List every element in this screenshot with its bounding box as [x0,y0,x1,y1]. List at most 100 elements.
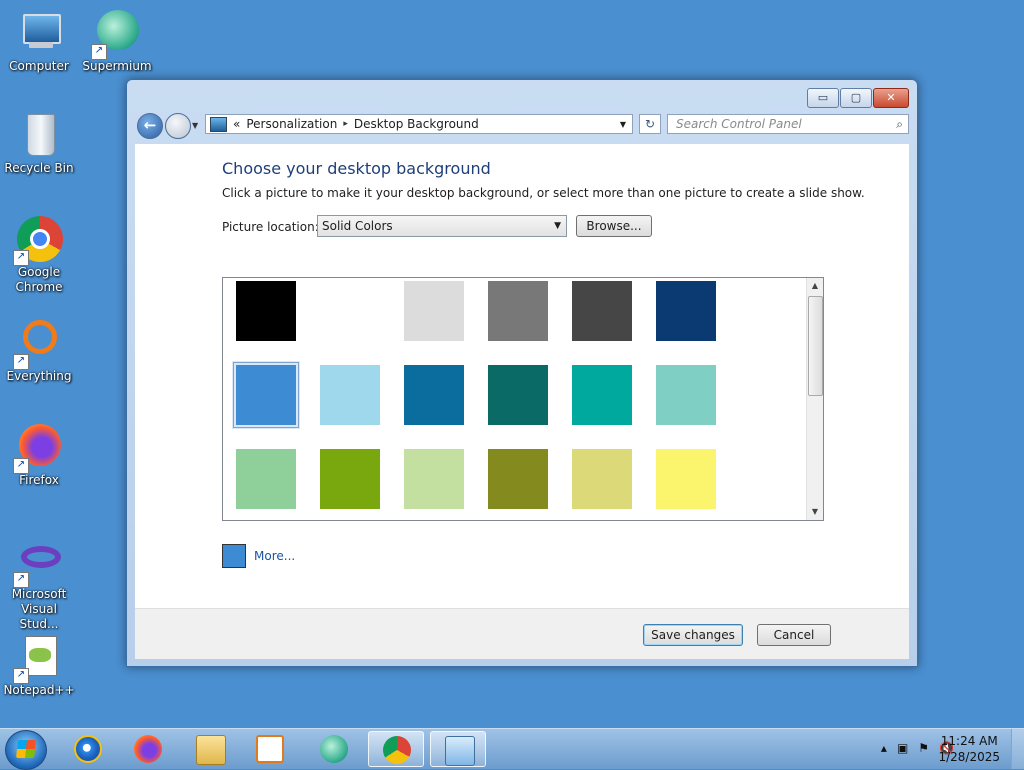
color-swatch[interactable] [233,362,299,428]
chevron-down-icon: ▼ [554,221,561,231]
color-swatch[interactable] [404,449,464,509]
more-colors-link[interactable]: More... [254,549,295,563]
color-swatch[interactable] [320,281,380,341]
control-panel-icon [210,116,227,132]
computer-icon [15,8,63,56]
breadcrumb-separator-icon[interactable]: ▸ [343,119,348,129]
color-swatch[interactable] [236,281,296,341]
refresh-icon: ↻ [644,117,656,131]
color-swatch[interactable] [404,365,464,425]
breadcrumb-overflow[interactable]: « [233,117,240,131]
color-swatch[interactable] [656,281,716,341]
show-hidden-icons[interactable]: ▴ [881,741,887,755]
supermium-icon [320,735,348,763]
color-swatch[interactable] [572,449,632,509]
browse-button[interactable]: Browse... [576,215,652,237]
refresh-button[interactable]: ↻ [639,114,661,134]
picture-location-value: Solid Colors [322,219,393,233]
color-swatch[interactable] [572,281,632,341]
chrome-icon: ↗ [13,214,63,266]
start-button[interactable] [5,730,47,770]
picture-location-select[interactable]: Solid Colors ▼ [317,215,567,237]
shortcut-arrow-icon: ↗ [13,458,29,474]
cancel-button[interactable]: Cancel [757,624,831,646]
clock-time: 11:24 AM [940,734,998,748]
close-button[interactable]: ✕ [873,88,909,108]
desktop-background-window: ▭ ▢ ✕ ← ▼ « Personalization ▸ Desktop Ba… [126,79,918,667]
more-colors-swatch[interactable] [222,544,246,568]
color-gallery: ▲ ▼ [222,277,824,521]
maximize-button[interactable]: ▢ [840,88,872,108]
vertical-scrollbar[interactable]: ▲ ▼ [806,278,823,520]
firefox-icon [134,735,162,763]
scrollbar-thumb[interactable] [808,296,823,396]
desktop-icon-firefox[interactable]: ↗ Firefox [0,422,78,488]
scroll-up-icon[interactable]: ▲ [807,278,823,294]
minimize-button[interactable]: ▭ [807,88,839,108]
recent-pages-dropdown-icon[interactable]: ▼ [192,121,198,130]
main-content: Choose your desktop background Click a p… [135,144,909,608]
visual-studio-icon: ↗ [13,536,63,588]
clock-date: 1/28/2025 [938,750,1000,764]
media-player-icon [256,735,284,763]
taskbar-file-explorer[interactable] [182,731,238,767]
taskbar-media-player[interactable] [242,731,298,767]
desktop-icon-supermium[interactable]: ↗ Supermium [78,8,156,74]
color-swatch[interactable] [488,365,548,425]
shortcut-arrow-icon: ↗ [13,668,29,684]
color-swatch[interactable] [572,365,632,425]
control-panel-icon [445,736,475,766]
shortcut-arrow-icon: ↗ [13,572,29,588]
color-swatch[interactable] [488,281,548,341]
address-bar[interactable]: « Personalization ▸ Desktop Background ▼ [205,114,633,134]
color-swatch[interactable] [404,281,464,341]
windows-logo-icon [16,740,36,758]
action-center-flag-icon[interactable]: ⚑ [918,741,929,755]
notepadpp-icon: ↗ [13,632,63,684]
taskbar: ▴ ▣ ⚑ 🔇 11:24 AM 1/28/2025 [0,728,1024,770]
page-description: Click a picture to make it your desktop … [222,186,865,200]
navigation-bar: ← ▼ « Personalization ▸ Desktop Backgrou… [135,112,909,139]
caption-buttons: ▭ ▢ ✕ [807,88,909,108]
page-title: Choose your desktop background [222,159,491,178]
search-input[interactable]: Search Control Panel ⌕ [667,114,909,134]
search-icon[interactable]: ⌕ [896,115,903,133]
color-swatch[interactable] [656,365,716,425]
desktop-icon-google-chrome[interactable]: ↗ Google Chrome [0,214,78,295]
color-swatch[interactable] [488,449,548,509]
scroll-down-icon[interactable]: ▼ [807,504,823,520]
taskbar-control-panel[interactable] [430,731,486,767]
desktop-icon-everything[interactable]: ↗ Everything [0,318,78,384]
shortcut-arrow-icon: ↗ [13,250,29,266]
back-arrow-icon: ← [143,116,157,134]
color-swatch[interactable] [320,449,380,509]
taskbar-supermium[interactable] [306,731,362,767]
color-swatch[interactable] [320,365,380,425]
color-swatch[interactable] [236,449,296,509]
desktop-icon-notepadpp[interactable]: ↗ Notepad++ [0,632,78,698]
forward-button[interactable] [165,113,191,139]
taskbar-chrome[interactable] [368,731,424,767]
back-button[interactable]: ← [137,113,163,139]
save-changes-button[interactable]: Save changes [643,624,743,646]
shortcut-arrow-icon: ↗ [13,354,29,370]
desktop-icon-visual-studio[interactable]: ↗ Microsoft Visual Stud... [0,536,78,632]
address-dropdown-icon[interactable]: ▼ [620,120,626,129]
taskbar-internet-explorer[interactable] [60,731,116,767]
firefox-icon: ↗ [13,422,63,474]
dialog-footer: Save changes Cancel [135,608,909,659]
breadcrumb-personalization[interactable]: Personalization [246,117,337,131]
color-swatch[interactable] [656,449,716,509]
clock[interactable]: 11:24 AM 1/28/2025 [938,733,1000,765]
breadcrumb-desktop-background[interactable]: Desktop Background [354,117,479,131]
shortcut-arrow-icon: ↗ [91,44,107,60]
picture-location-label: Picture location: [222,220,319,234]
search-placeholder: Search Control Panel [676,117,802,131]
everything-icon: ↗ [13,318,63,370]
taskbar-firefox[interactable] [120,731,176,767]
internet-explorer-icon [74,735,102,763]
network-icon[interactable]: ▣ [897,741,908,755]
desktop-icon-recycle-bin[interactable]: Recycle Bin [0,110,78,176]
show-desktop-button[interactable] [1011,729,1024,769]
desktop-icon-computer[interactable]: Computer [0,8,78,74]
